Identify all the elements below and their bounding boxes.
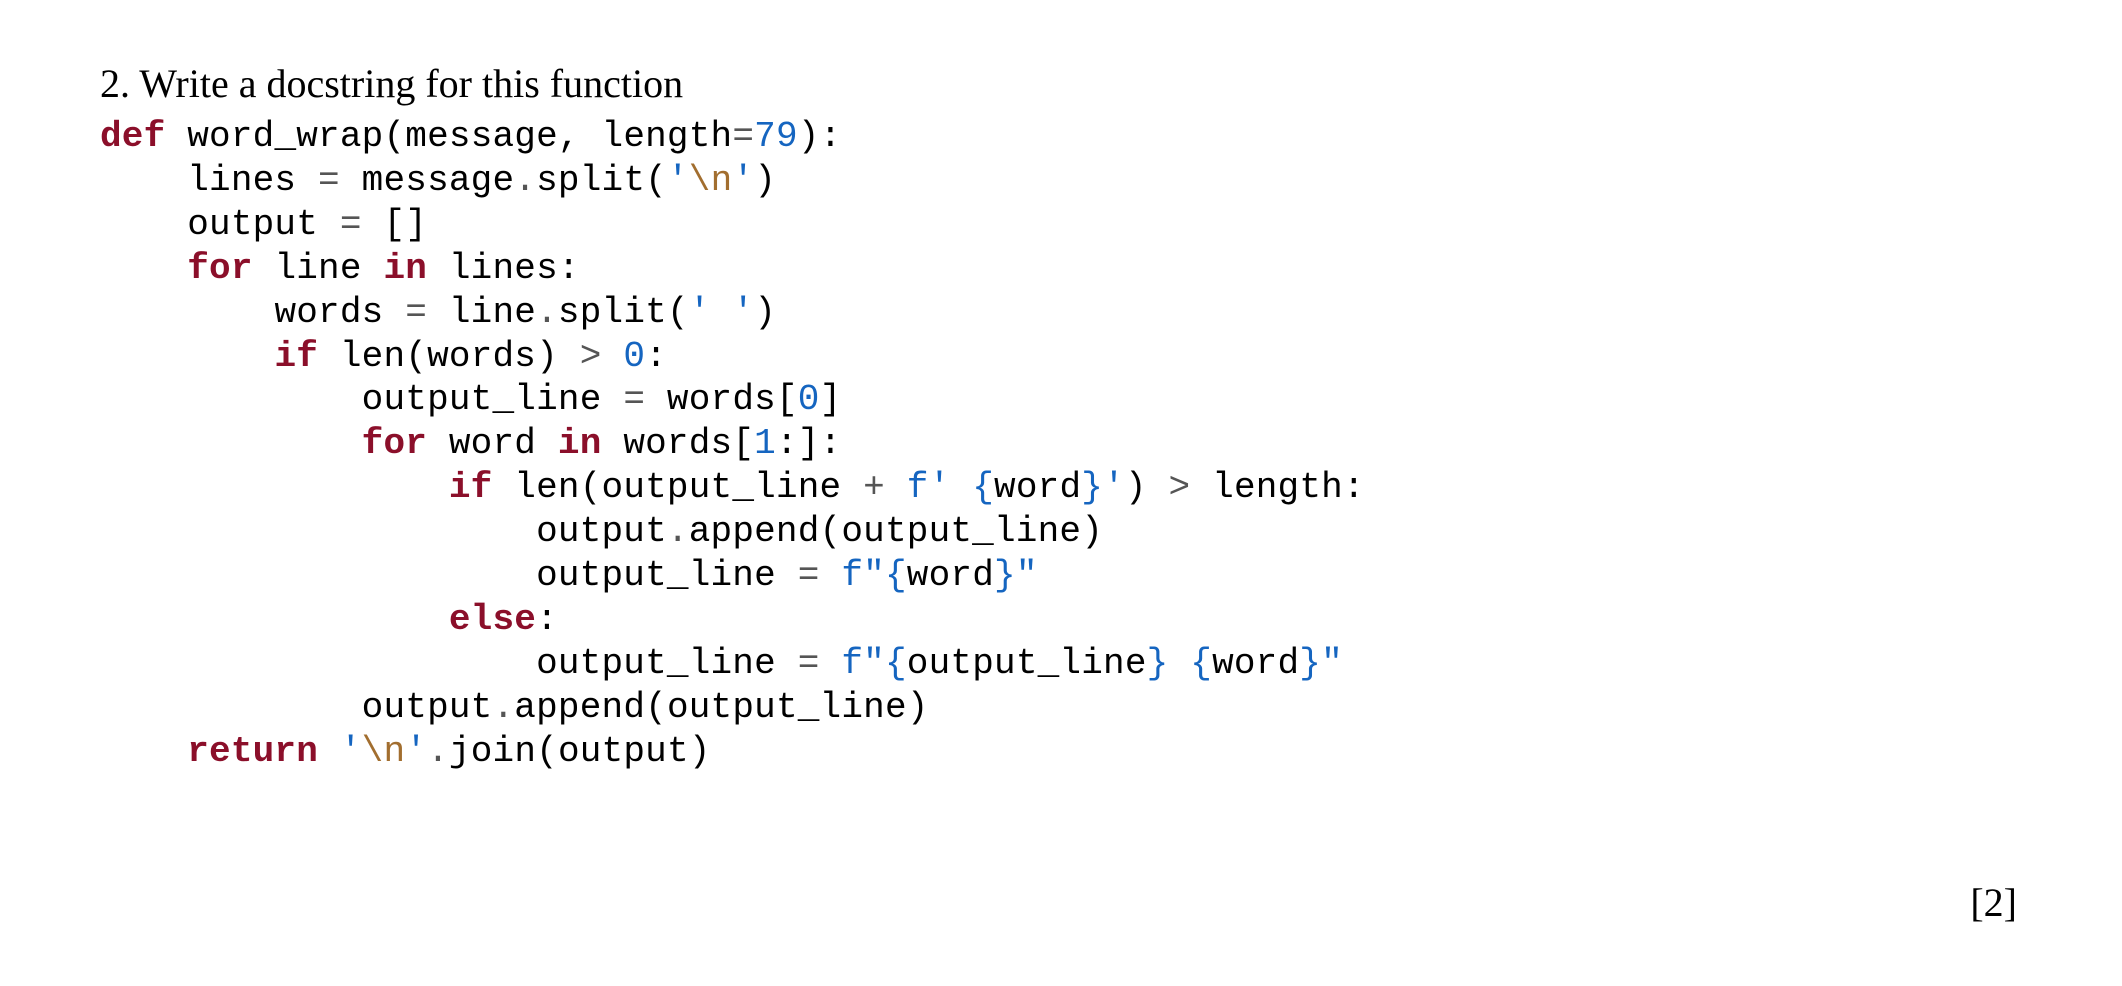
code-line-3: output = []	[100, 204, 427, 245]
code-line-4: for line in lines:	[100, 248, 580, 289]
code-line-1: def word_wrap(message, length=79):	[100, 116, 841, 157]
code-line-14: output.append(output_line)	[100, 687, 929, 728]
code-line-13: output_line = f"{output_line} {word}"	[100, 643, 1343, 684]
code-line-5: words = line.split(' ')	[100, 292, 776, 333]
code-line-7: output_line = words[0]	[100, 379, 841, 420]
code-line-12: else:	[100, 599, 558, 640]
page: 2. Write a docstring for this function d…	[0, 0, 2122, 986]
code-line-10: output.append(output_line)	[100, 511, 1103, 552]
points-label: [2]	[1970, 879, 2017, 926]
code-block: def word_wrap(message, length=79): lines…	[100, 115, 2022, 774]
question-prompt: Write a docstring for this function	[139, 61, 683, 106]
code-line-6: if len(words) > 0:	[100, 336, 667, 377]
code-line-15: return '\n'.join(output)	[100, 731, 711, 772]
code-line-11: output_line = f"{word}"	[100, 555, 1038, 596]
question-number: 2.	[100, 61, 130, 106]
code-line-8: for word in words[1:]:	[100, 423, 841, 464]
question-heading: 2. Write a docstring for this function	[100, 60, 2022, 107]
code-line-9: if len(output_line + f' {word}') > lengt…	[100, 467, 1365, 508]
code-line-2: lines = message.split('\n')	[100, 160, 776, 201]
